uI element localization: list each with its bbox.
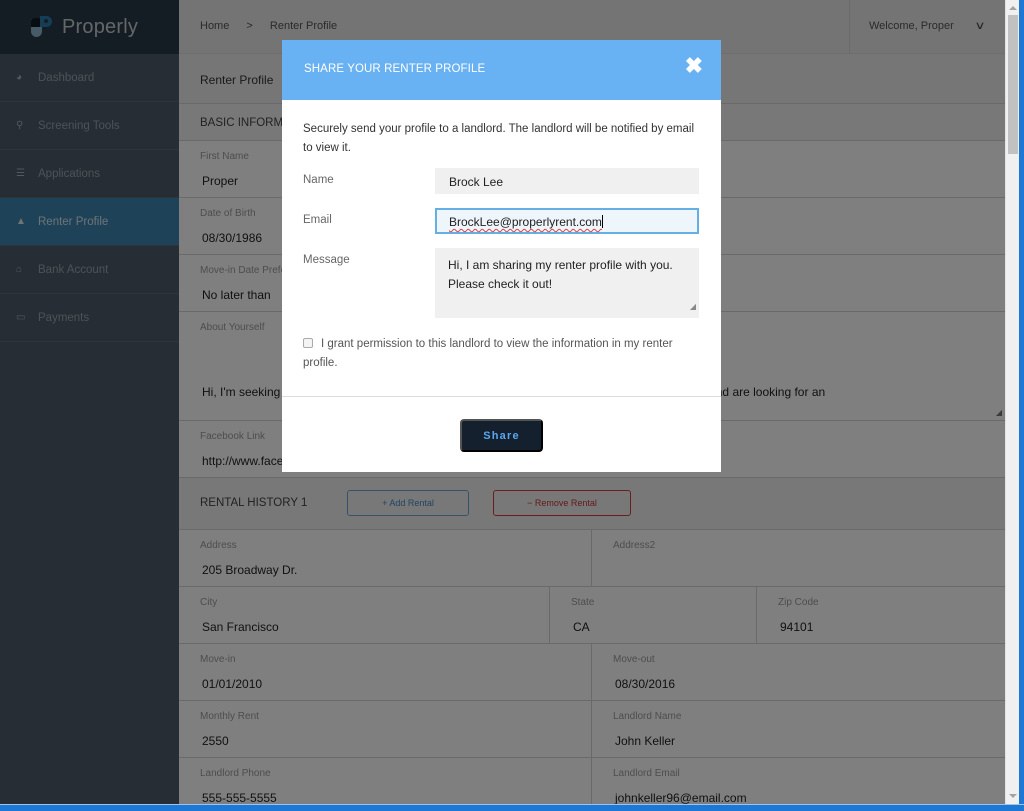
browser-window: Properly ◕ Dashboard ⚲ Screening Tools ☰…	[0, 0, 1024, 804]
email-input-value: BrockLee@properlyrent.com	[449, 215, 602, 229]
name-input-value: Brock Lee	[449, 175, 504, 189]
name-label: Name	[303, 174, 334, 186]
modal-header: SHARE YOUR RENTER PROFILE ✖	[282, 40, 721, 100]
message-textarea-value: Hi, I am sharing my renter profile with …	[448, 258, 673, 291]
permission-label: I grant permission to this landlord to v…	[303, 338, 673, 369]
permission-checkbox-row[interactable]: I grant permission to this landlord to v…	[303, 335, 703, 373]
close-icon[interactable]: ✖	[685, 54, 703, 78]
modal-intro-text: Securely send your profile to a landlord…	[303, 123, 695, 154]
message-label: Message	[303, 254, 350, 266]
message-row: Message Hi, I am sharing my renter profi…	[303, 248, 699, 318]
resize-grip-icon[interactable]: ◢	[690, 297, 696, 316]
permission-checkbox[interactable]	[303, 338, 313, 348]
os-taskbar	[0, 804, 1024, 811]
vertical-scrollbar[interactable]	[1005, 0, 1019, 804]
message-textarea[interactable]: Hi, I am sharing my renter profile with …	[435, 248, 699, 318]
email-label: Email	[303, 214, 332, 226]
email-input[interactable]: BrockLee@properlyrent.com	[435, 208, 699, 234]
share-profile-modal: SHARE YOUR RENTER PROFILE ✖ Securely sen…	[282, 40, 721, 472]
name-input[interactable]: Brock Lee	[435, 168, 699, 194]
scroll-thumb[interactable]	[1008, 15, 1018, 154]
text-caret	[601, 215, 603, 228]
modal-footer: Share	[282, 397, 721, 471]
share-button[interactable]: Share	[460, 419, 543, 452]
modal-title: SHARE YOUR RENTER PROFILE	[304, 63, 486, 75]
scroll-down-arrow-icon[interactable]	[1009, 794, 1017, 798]
window-edge	[1019, 0, 1024, 804]
scroll-up-arrow-icon[interactable]	[1009, 6, 1017, 10]
modal-body: Securely send your profile to a landlord…	[282, 100, 721, 397]
email-row: Email BrockLee@properlyrent.com	[303, 208, 699, 234]
name-row: Name Brock Lee	[303, 168, 699, 194]
